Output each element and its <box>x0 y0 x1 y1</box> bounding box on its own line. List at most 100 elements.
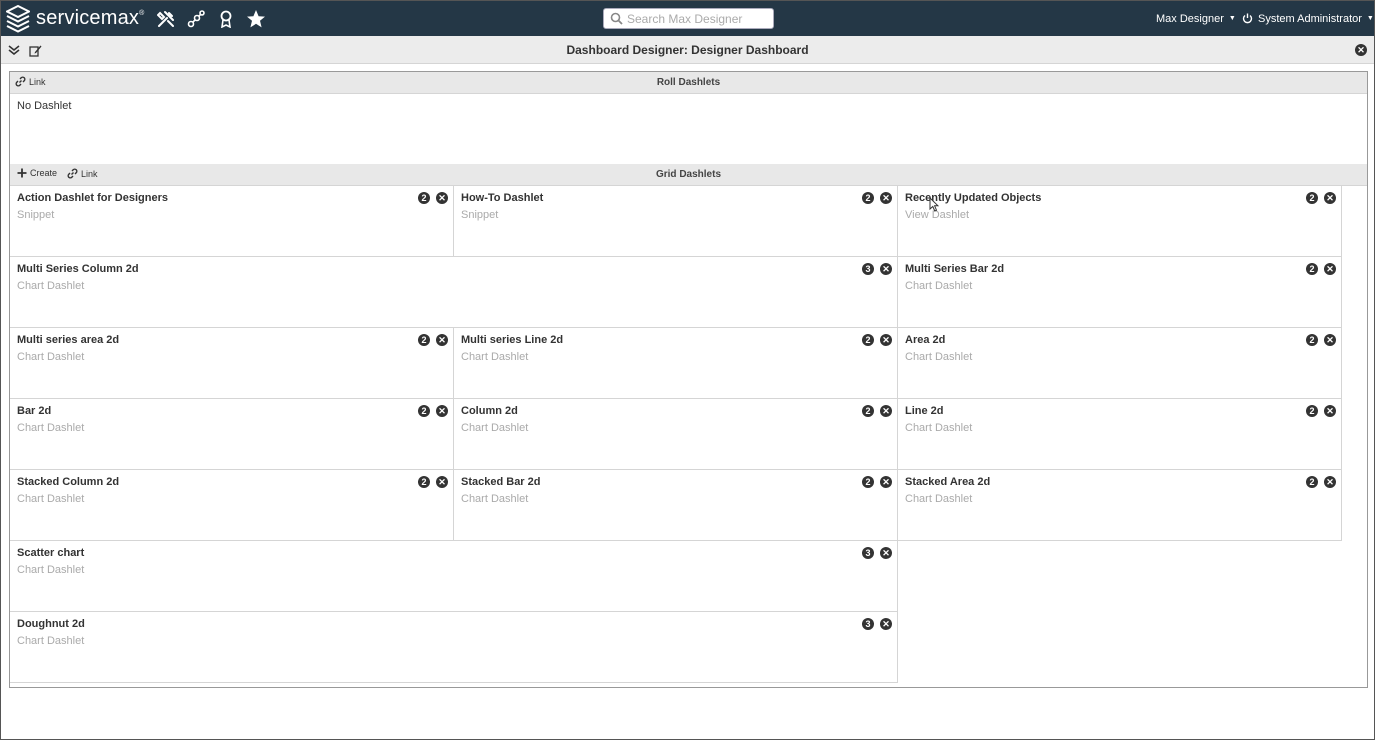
size-badge[interactable]: 2 <box>862 405 874 417</box>
remove-dashlet-icon[interactable]: ✕ <box>880 263 892 275</box>
remove-dashlet-icon[interactable]: ✕ <box>1324 192 1336 204</box>
dashlet-grid: Action Dashlet for Designers Snippet 2 ✕ … <box>10 186 1367 683</box>
remove-dashlet-icon[interactable]: ✕ <box>880 547 892 559</box>
dashlet-card[interactable]: Line 2d Chart Dashlet 2 ✕ <box>898 399 1342 470</box>
size-badge[interactable]: 2 <box>862 192 874 204</box>
dashlet-card[interactable]: Stacked Column 2d Chart Dashlet 2 ✕ <box>10 470 454 541</box>
dashlet-card[interactable]: Multi Series Bar 2d Chart Dashlet 2 ✕ <box>898 257 1342 328</box>
dashlet-title: How-To Dashlet <box>461 192 544 204</box>
remove-dashlet-icon[interactable]: ✕ <box>880 476 892 488</box>
app-menu-label: Max Designer <box>1156 12 1224 25</box>
dashlet-title: Stacked Bar 2d <box>461 476 541 488</box>
chevron-down-icon: ▼ <box>1366 15 1374 22</box>
remove-dashlet-icon[interactable]: ✕ <box>880 405 892 417</box>
dashlet-card[interactable]: Action Dashlet for Designers Snippet 2 ✕ <box>10 186 454 257</box>
roll-dashlets-header: Link Roll Dashlets <box>10 72 1367 94</box>
size-badge[interactable]: 2 <box>418 405 430 417</box>
remove-dashlet-icon[interactable]: ✕ <box>436 192 448 204</box>
dashlet-title: Stacked Column 2d <box>17 476 120 488</box>
dashlet-type: Snippet <box>461 209 499 221</box>
dashboard-panel: Link Roll Dashlets No Dashlet Create Lin… <box>9 71 1368 688</box>
dashlet-title: Multi Series Bar 2d <box>905 263 1005 275</box>
chevron-down-icon: ▼ <box>1228 15 1236 22</box>
mouse-cursor-icon <box>929 197 939 212</box>
size-badge[interactable]: 2 <box>418 476 430 488</box>
remove-dashlet-icon[interactable]: ✕ <box>1324 476 1336 488</box>
dashlet-card[interactable]: How-To Dashlet Snippet 2 ✕ <box>454 186 898 257</box>
size-badge[interactable]: 3 <box>862 263 874 275</box>
dashlet-title: Scatter chart <box>17 547 85 559</box>
dashlet-type: Chart Dashlet <box>461 351 529 363</box>
remove-dashlet-icon[interactable]: ✕ <box>880 334 892 346</box>
remove-dashlet-icon[interactable]: ✕ <box>880 192 892 204</box>
dashlet-card[interactable]: Multi series Line 2d Chart Dashlet 2 ✕ <box>454 328 898 399</box>
dashlet-card[interactable]: Multi series area 2d Chart Dashlet 2 ✕ <box>10 328 454 399</box>
dashlet-card[interactable]: Multi Series Column 2d Chart Dashlet 3 ✕ <box>10 257 898 328</box>
dashlet-title: Bar 2d <box>17 405 52 417</box>
dashlet-title: Doughnut 2d <box>17 618 85 630</box>
user-menu[interactable]: System Administrator ▼ <box>1242 1 1374 36</box>
dashlet-type: Chart Dashlet <box>905 351 973 363</box>
size-badge[interactable]: 3 <box>862 547 874 559</box>
size-badge[interactable]: 3 <box>862 618 874 630</box>
grid-dashlets-title: Grid Dashlets <box>655 169 722 180</box>
dashlet-type: Chart Dashlet <box>17 280 85 292</box>
dashlet-title: Multi series area 2d <box>17 334 120 346</box>
connections-icon[interactable] <box>186 9 206 29</box>
size-badge[interactable]: 2 <box>1306 192 1318 204</box>
roll-dashlets-title: Roll Dashlets <box>656 77 721 88</box>
trademark-mark: ® <box>139 10 145 17</box>
dashlet-type: Chart Dashlet <box>905 493 973 505</box>
dashlet-type: Chart Dashlet <box>17 351 85 363</box>
dashlet-card[interactable]: Stacked Bar 2d Chart Dashlet 2 ✕ <box>454 470 898 541</box>
size-badge[interactable]: 2 <box>1306 476 1318 488</box>
remove-dashlet-icon[interactable]: ✕ <box>880 618 892 630</box>
size-badge[interactable]: 2 <box>1306 263 1318 275</box>
brand-name: servicemax <box>36 7 140 29</box>
app-menu[interactable]: Max Designer ▼ <box>1156 1 1236 36</box>
dashlet-type: Chart Dashlet <box>905 280 973 292</box>
dashlet-card[interactable]: Column 2d Chart Dashlet 2 ✕ <box>454 399 898 470</box>
size-badge[interactable]: 2 <box>418 334 430 346</box>
remove-dashlet-icon[interactable]: ✕ <box>436 334 448 346</box>
badge-icon[interactable] <box>216 9 236 29</box>
dashlet-title: Column 2d <box>461 405 518 417</box>
dashlet-title: Recently Updated Objects <box>905 192 1042 204</box>
servicemax-logo[interactable]: servicemax ® <box>6 1 144 36</box>
dashlet-title: Stacked Area 2d <box>905 476 991 488</box>
search-box[interactable] <box>603 8 774 29</box>
servicemax-logo-icon <box>6 4 30 33</box>
remove-dashlet-icon[interactable]: ✕ <box>1324 405 1336 417</box>
size-badge[interactable]: 2 <box>418 192 430 204</box>
dashlet-card[interactable]: Recently Updated Objects View Dashlet 2 ✕ <box>898 186 1342 257</box>
size-badge[interactable]: 2 <box>1306 405 1318 417</box>
dashlet-title: Action Dashlet for Designers <box>17 192 168 204</box>
dashlet-type: Chart Dashlet <box>461 493 529 505</box>
size-badge[interactable]: 2 <box>1306 334 1318 346</box>
search-input[interactable] <box>627 9 767 28</box>
remove-dashlet-icon[interactable]: ✕ <box>1324 263 1336 275</box>
top-navigation-bar: servicemax ® Max Designer ▼ System Admin… <box>1 1 1374 36</box>
dashlet-card[interactable]: Doughnut 2d Chart Dashlet 3 ✕ <box>10 612 898 683</box>
dashlet-title: Multi Series Column 2d <box>17 263 139 275</box>
dashlet-card[interactable]: Bar 2d Chart Dashlet 2 ✕ <box>10 399 454 470</box>
user-menu-label: System Administrator <box>1258 12 1362 25</box>
dashlet-type: Chart Dashlet <box>17 635 85 647</box>
dashlet-card[interactable]: Stacked Area 2d Chart Dashlet 2 ✕ <box>898 470 1342 541</box>
remove-dashlet-icon[interactable]: ✕ <box>436 405 448 417</box>
remove-dashlet-icon[interactable]: ✕ <box>1324 334 1336 346</box>
power-icon <box>1242 13 1253 24</box>
page-title: Dashboard Designer: Designer Dashboard <box>566 42 809 57</box>
size-badge[interactable]: 2 <box>862 476 874 488</box>
star-icon[interactable] <box>246 9 266 29</box>
dashlet-type: Snippet <box>17 209 55 221</box>
remove-dashlet-icon[interactable]: ✕ <box>436 476 448 488</box>
tools-icon[interactable] <box>156 9 176 29</box>
dashlet-type: Chart Dashlet <box>905 422 973 434</box>
dashlet-card[interactable]: Area 2d Chart Dashlet 2 ✕ <box>898 328 1342 399</box>
size-badge[interactable]: 2 <box>862 334 874 346</box>
dashlet-title: Line 2d <box>905 405 944 417</box>
dashlet-title: Area 2d <box>905 334 946 346</box>
dashlet-card[interactable]: Scatter chart Chart Dashlet 3 ✕ <box>10 541 898 612</box>
close-icon[interactable]: ✕ <box>1354 43 1368 57</box>
